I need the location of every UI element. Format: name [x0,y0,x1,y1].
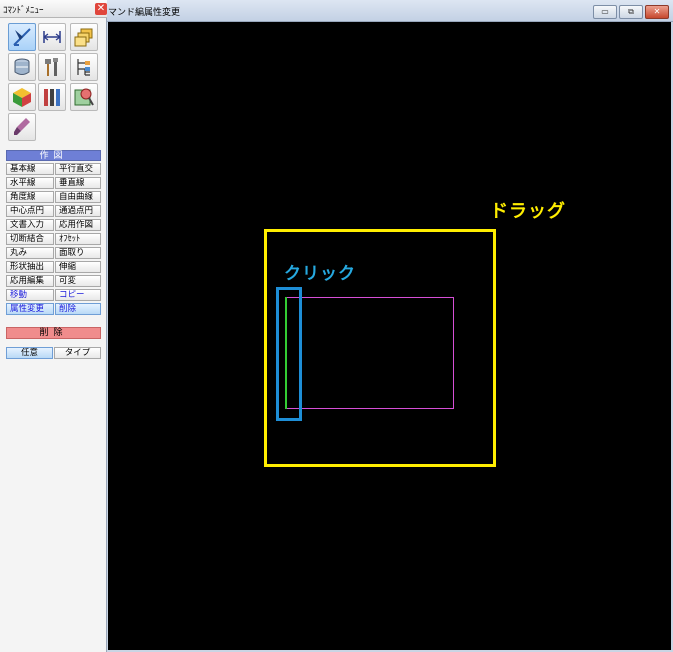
command-button[interactable]: 文書入力 [6,219,54,231]
drag-annotation-label: ドラッグ [490,201,566,222]
dimension-tool-button[interactable] [38,23,66,51]
command-button[interactable]: 通過点円 [55,205,101,217]
color-cube-tool-icon [13,88,31,107]
layers-tool-button[interactable] [70,23,98,51]
brush-tool-button[interactable] [8,113,36,141]
hammer-tool-icon [45,58,58,76]
command-button[interactable]: 角度線 [6,191,54,203]
dimension-tool-icon [43,31,61,43]
command-button[interactable]: コピー [55,289,101,301]
window-titlebar: マンド編属性変更 ▭ ⧉ ✕ [107,0,673,22]
command-button[interactable]: 切断結合 [6,233,54,245]
minimize-button[interactable]: ▭ [593,5,617,19]
select-draw-tool-icon [13,28,31,46]
command-button[interactable]: ｵﾌｾｯﾄ [55,233,101,245]
tools-set-icon [44,89,60,106]
magenta-rectangle-shape[interactable] [286,297,454,409]
command-button[interactable]: 可変 [55,275,101,287]
window-title: マンド編属性変更 [108,8,181,18]
globe-map-tool-button[interactable] [70,83,98,111]
mode-type-button[interactable]: タイプ [54,347,101,359]
command-button[interactable]: 応用作図 [55,219,101,231]
select-draw-tool-button[interactable] [8,23,36,51]
command-button[interactable]: 応用編集 [6,275,54,287]
window-close-button[interactable]: ✕ [645,5,669,19]
command-button[interactable]: 伸縮 [55,261,101,273]
command-menu-title: ｺﾏﾝﾄﾞﾒﾆｭｰ [3,6,44,16]
command-button[interactable]: 中心点円 [6,205,54,217]
command-button[interactable]: 平行直交 [55,163,101,175]
command-menu-panel: ｺﾏﾝﾄﾞﾒﾆｭｰ ✕ 作図 基本線 平行直交 水平線 垂直線 角度線 自由曲線 中心点円通… [0,0,107,652]
command-button[interactable]: 垂直線 [55,177,101,189]
maximize-button[interactable]: ⧉ [619,5,643,19]
tree-structure-tool-button[interactable] [70,53,98,81]
command-menu-close-icon[interactable]: ✕ [95,3,107,15]
command-button[interactable]: 面取り [55,247,101,259]
brush-tool-icon [14,118,30,135]
command-button[interactable]: 水平線 [6,177,54,189]
mode-arbitrary-button[interactable]: 任意 [6,347,53,359]
tree-structure-tool-icon [77,59,90,76]
click-highlight-rectangle [276,287,302,421]
delete-section-header[interactable]: 削除 [6,327,101,339]
layers-tool-icon [74,28,93,47]
command-button[interactable]: 移動 [6,289,54,301]
command-button[interactable]: 丸み [6,247,54,259]
color-cube-tool-button[interactable] [8,83,36,111]
hammer-tool-button[interactable] [38,53,66,81]
command-button[interactable]: 属性変更 [6,303,54,315]
draw-section-header[interactable]: 作図 [6,150,101,161]
command-menu-titlebar: ｺﾏﾝﾄﾞﾒﾆｭｰ ✕ [0,0,107,18]
drum-tool-icon [14,58,30,75]
drum-tool-button[interactable] [8,53,36,81]
tools-set-button[interactable] [38,83,66,111]
command-button[interactable]: 自由曲線 [55,191,101,203]
command-button[interactable]: 形状抽出 [6,261,54,273]
command-button[interactable]: 削除 [55,303,101,315]
globe-map-tool-icon [74,88,94,106]
command-button[interactable]: 基本線 [6,163,54,175]
